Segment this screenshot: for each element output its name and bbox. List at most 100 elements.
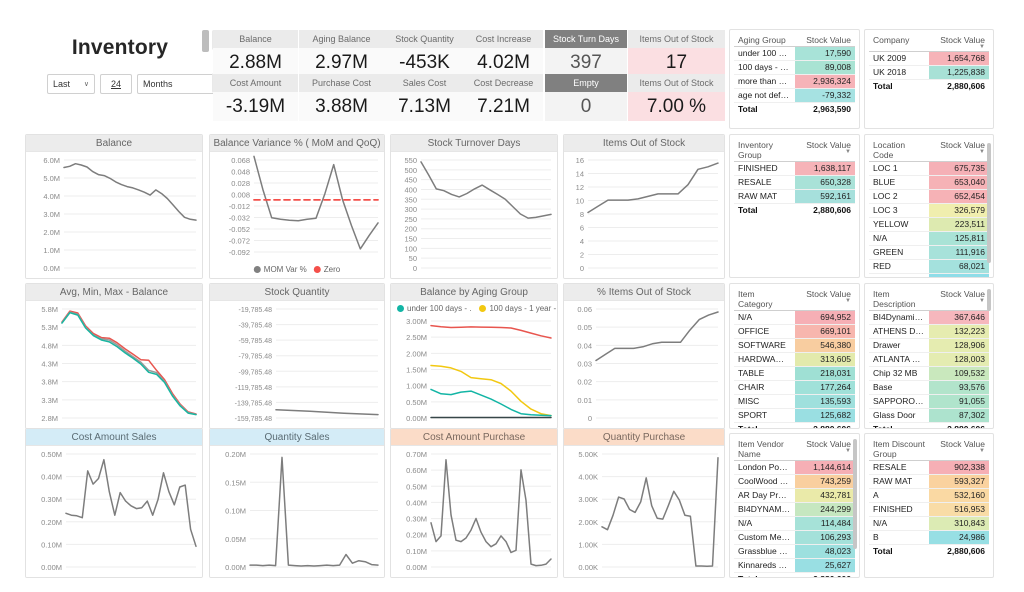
table-row[interactable]: 100 days - 1 year89,008 (734, 60, 855, 75)
kpi-card[interactable]: Balance 2.88M (213, 30, 298, 77)
table-row[interactable]: GREEN 111,916 (869, 245, 989, 260)
column-header[interactable]: Location Code (869, 138, 929, 162)
column-header[interactable]: Stock Value (794, 33, 855, 47)
column-header[interactable]: Item Discount Group (869, 437, 929, 461)
chart-plot-area[interactable]: 0 2 4 6 8 10 12 14 16 (564, 152, 724, 278)
kpi-card[interactable]: Stock Turn Days 397 (545, 30, 627, 77)
item-category-table-wrap[interactable]: Item Category Stock Value ▼ N/A 694,952 OFFIC… (730, 284, 859, 428)
column-header[interactable]: Stock Value ▼ (794, 138, 855, 162)
kpi-scrollbar-thumb[interactable] (202, 30, 209, 52)
legend-item[interactable]: under 100 days - . (397, 304, 471, 313)
kpi-card[interactable]: Items Out of Stock 17 (628, 30, 725, 77)
item-description-scrollbar[interactable] (987, 289, 991, 311)
table-row[interactable]: RESALE 902,338 (869, 460, 989, 475)
chart-plot-area[interactable]: 2.8M 3.3M 3.8M 4.3M 4.8M 5.3M 5.8M (26, 301, 202, 428)
chart-plot-area[interactable]: -19,785.48 -39,785.48 -59,785.48 -79,785.48… (210, 301, 384, 428)
kpi-card[interactable]: Sales Cost 7.13M (382, 74, 467, 121)
location-code-scrollbar[interactable] (987, 143, 991, 263)
table-row[interactable]: UK 2009 1,654,768 (869, 51, 989, 66)
table-row[interactable]: HARDWA… 313,605 (734, 352, 855, 367)
table-row[interactable]: B 24,986 (869, 530, 989, 545)
table-row[interactable]: BI4Dynamic… 367,646 (869, 310, 989, 325)
column-header[interactable]: Stock Value ▼ (794, 437, 855, 461)
chart-plot-area[interactable]: 0.0M 1.0M 2.0M 3.0M 4.0M 5.0M 6.0M (26, 152, 202, 278)
table-row[interactable]: more than 1 year2,936,324 (734, 74, 855, 89)
item-vendor-scrollbar[interactable] (853, 439, 857, 549)
table-row[interactable]: ATLANTA W… 128,003 (869, 352, 989, 367)
table-row[interactable]: Base 93,576 (869, 380, 989, 395)
column-header[interactable]: Stock Value ▼ (929, 138, 989, 162)
item-discount-group-table-wrap[interactable]: Item Discount Group Stock Value ▼ RESALE 902… (865, 434, 993, 577)
item-vendor-table-wrap[interactable]: Item Vendor Name Stock Value ▼ London Post…… (730, 434, 859, 577)
column-header[interactable]: Item Description (869, 287, 929, 311)
column-header[interactable]: Stock Value ▼ (794, 287, 855, 311)
aging-group-table-wrap[interactable]: Aging Group Stock Value under 100 days 17,5… (730, 30, 859, 128)
table-row[interactable]: RED 68,021 (869, 259, 989, 274)
table-row[interactable]: BLUE 653,040 (869, 175, 989, 190)
table-row[interactable]: N/A 114,484 (734, 516, 855, 531)
table-row[interactable]: London Post… 1,144,614 (734, 460, 855, 475)
column-header[interactable]: Item Vendor Name (734, 437, 795, 461)
chart-plot-area[interactable]: 0.068 0.048 0.028 0.008 -0.012 -0.032 -0.052 -0… (210, 152, 384, 278)
table-row[interactable]: N/A 125,811 (869, 231, 989, 246)
table-row[interactable]: N/A 694,952 (734, 310, 855, 325)
legend-item[interactable]: 100 days - 1 year - . (479, 304, 557, 313)
table-row[interactable]: Custom Met… 106,293 (734, 530, 855, 545)
table-row[interactable]: ATHENS Desk 132,223 (869, 324, 989, 339)
table-row[interactable]: A 532,160 (869, 488, 989, 503)
kpi-card[interactable]: Items Out of Stock 7.00 % (628, 74, 725, 121)
table-row[interactable]: LOC 2 652,454 (869, 189, 989, 204)
column-header[interactable]: Item Category (734, 287, 795, 311)
table-row[interactable]: CoolWood T… 743,259 (734, 474, 855, 489)
chart-plot-area[interactable]: 0.00M 0.10M 0.20M 0.30M 0.40M 0.50M 0.60M 0.70M (391, 446, 557, 577)
range-dropdown[interactable]: Last ∨ (47, 74, 95, 94)
table-row[interactable]: AR Day Pro… 432,781 (734, 488, 855, 503)
table-row[interactable]: BI4DYNAMI… 244,299 (734, 502, 855, 517)
table-row[interactable]: Kinnareds Tr… 25,627 (734, 558, 855, 573)
kpi-card[interactable]: Purchase Cost 3.88M (299, 74, 384, 121)
chart-plot-area[interactable]: 0.00M 0.50M 1.00M 1.50M 2.00M 2.50M 3.00M under… (391, 301, 557, 428)
column-header[interactable]: Stock Value ▼ (929, 437, 989, 461)
company-table-wrap[interactable]: Company Stock Value ▼ UK 2009 1,654,768 UK 20… (865, 30, 993, 128)
legend-item[interactable]: Zero (313, 265, 340, 274)
table-row[interactable]: Drawer 128,906 (869, 338, 989, 353)
table-row[interactable]: Glass Door 87,302 (869, 408, 989, 423)
kpi-card[interactable]: Cost Increase 4.02M (464, 30, 543, 77)
kpi-card[interactable]: Cost Decrease 7.21M (464, 74, 543, 121)
table-row[interactable]: RAW MAT 592,161 (734, 189, 855, 204)
chart-plot-area[interactable]: 0.00M 0.05M 0.10M 0.15M 0.20M (210, 446, 384, 577)
kpi-card[interactable]: Cost Amount -3.19M (213, 74, 298, 121)
table-row[interactable]: Chip 32 MB 109,532 (869, 366, 989, 381)
table-row[interactable]: LOC 1 675,735 (869, 161, 989, 176)
count-input[interactable]: 24 (100, 74, 132, 94)
chart-plot-area[interactable]: 0.00M 0.10M 0.20M 0.30M 0.40M 0.50M (26, 446, 202, 577)
column-header[interactable]: Stock Value ▼ (929, 33, 989, 52)
chart-plot-area[interactable]: 0.00K 1.00K 2.00K 3.00K 4.00K 5.00K (564, 446, 724, 577)
table-row[interactable]: YELLOW 223,511 (869, 217, 989, 232)
column-header[interactable]: Company (869, 33, 929, 52)
table-row[interactable]: MISC 135,593 (734, 394, 855, 409)
table-row[interactable]: FINISHED 516,953 (869, 502, 989, 517)
table-row[interactable]: N/A 310,843 (869, 516, 989, 531)
table-row[interactable]: RESALE 650,328 (734, 175, 855, 190)
table-row[interactable]: CHAIR 177,264 (734, 380, 855, 395)
inventory-group-table-wrap[interactable]: Inventory Group Stock Value ▼ FINISHED 1,638… (730, 135, 859, 277)
table-row[interactable]: SAPPORO … 91,055 (869, 394, 989, 409)
table-row[interactable]: UK 2018 1,225,838 (869, 65, 989, 80)
table-row[interactable]: SPORT 125,682 (734, 408, 855, 423)
chart-plot-area[interactable]: 0 50 100 150 200 250 300 350 400 450 500 550 (391, 152, 557, 278)
location-code-table-wrap[interactable]: Location Code Stock Value ▼ LOC 1 675,735 BLU… (865, 135, 993, 277)
table-row[interactable]: SOFTWARE 546,380 (734, 338, 855, 353)
column-header[interactable]: Inventory Group (734, 138, 795, 162)
column-header[interactable]: Aging Group (734, 33, 795, 47)
kpi-card[interactable]: Aging Balance 2.97M (299, 30, 384, 77)
table-row[interactable]: age not defined -79,332 (734, 88, 855, 103)
item-description-table-wrap[interactable]: Item Description Stock Value ▼ BI4Dynamic… 3… (865, 284, 993, 428)
legend-item[interactable]: MOM Var % (253, 265, 307, 274)
table-row[interactable]: LOC 3 326,579 (869, 203, 989, 218)
kpi-card[interactable]: Empty 0 (545, 74, 627, 121)
chart-plot-area[interactable]: 0 0.01 0.02 0.03 0.04 0.05 0.06 (564, 301, 724, 428)
table-row[interactable]: OFFICE 669,101 (734, 324, 855, 339)
column-header[interactable]: Stock Value ▼ (929, 287, 989, 311)
kpi-card[interactable]: Stock Quantity -453K (382, 30, 467, 77)
